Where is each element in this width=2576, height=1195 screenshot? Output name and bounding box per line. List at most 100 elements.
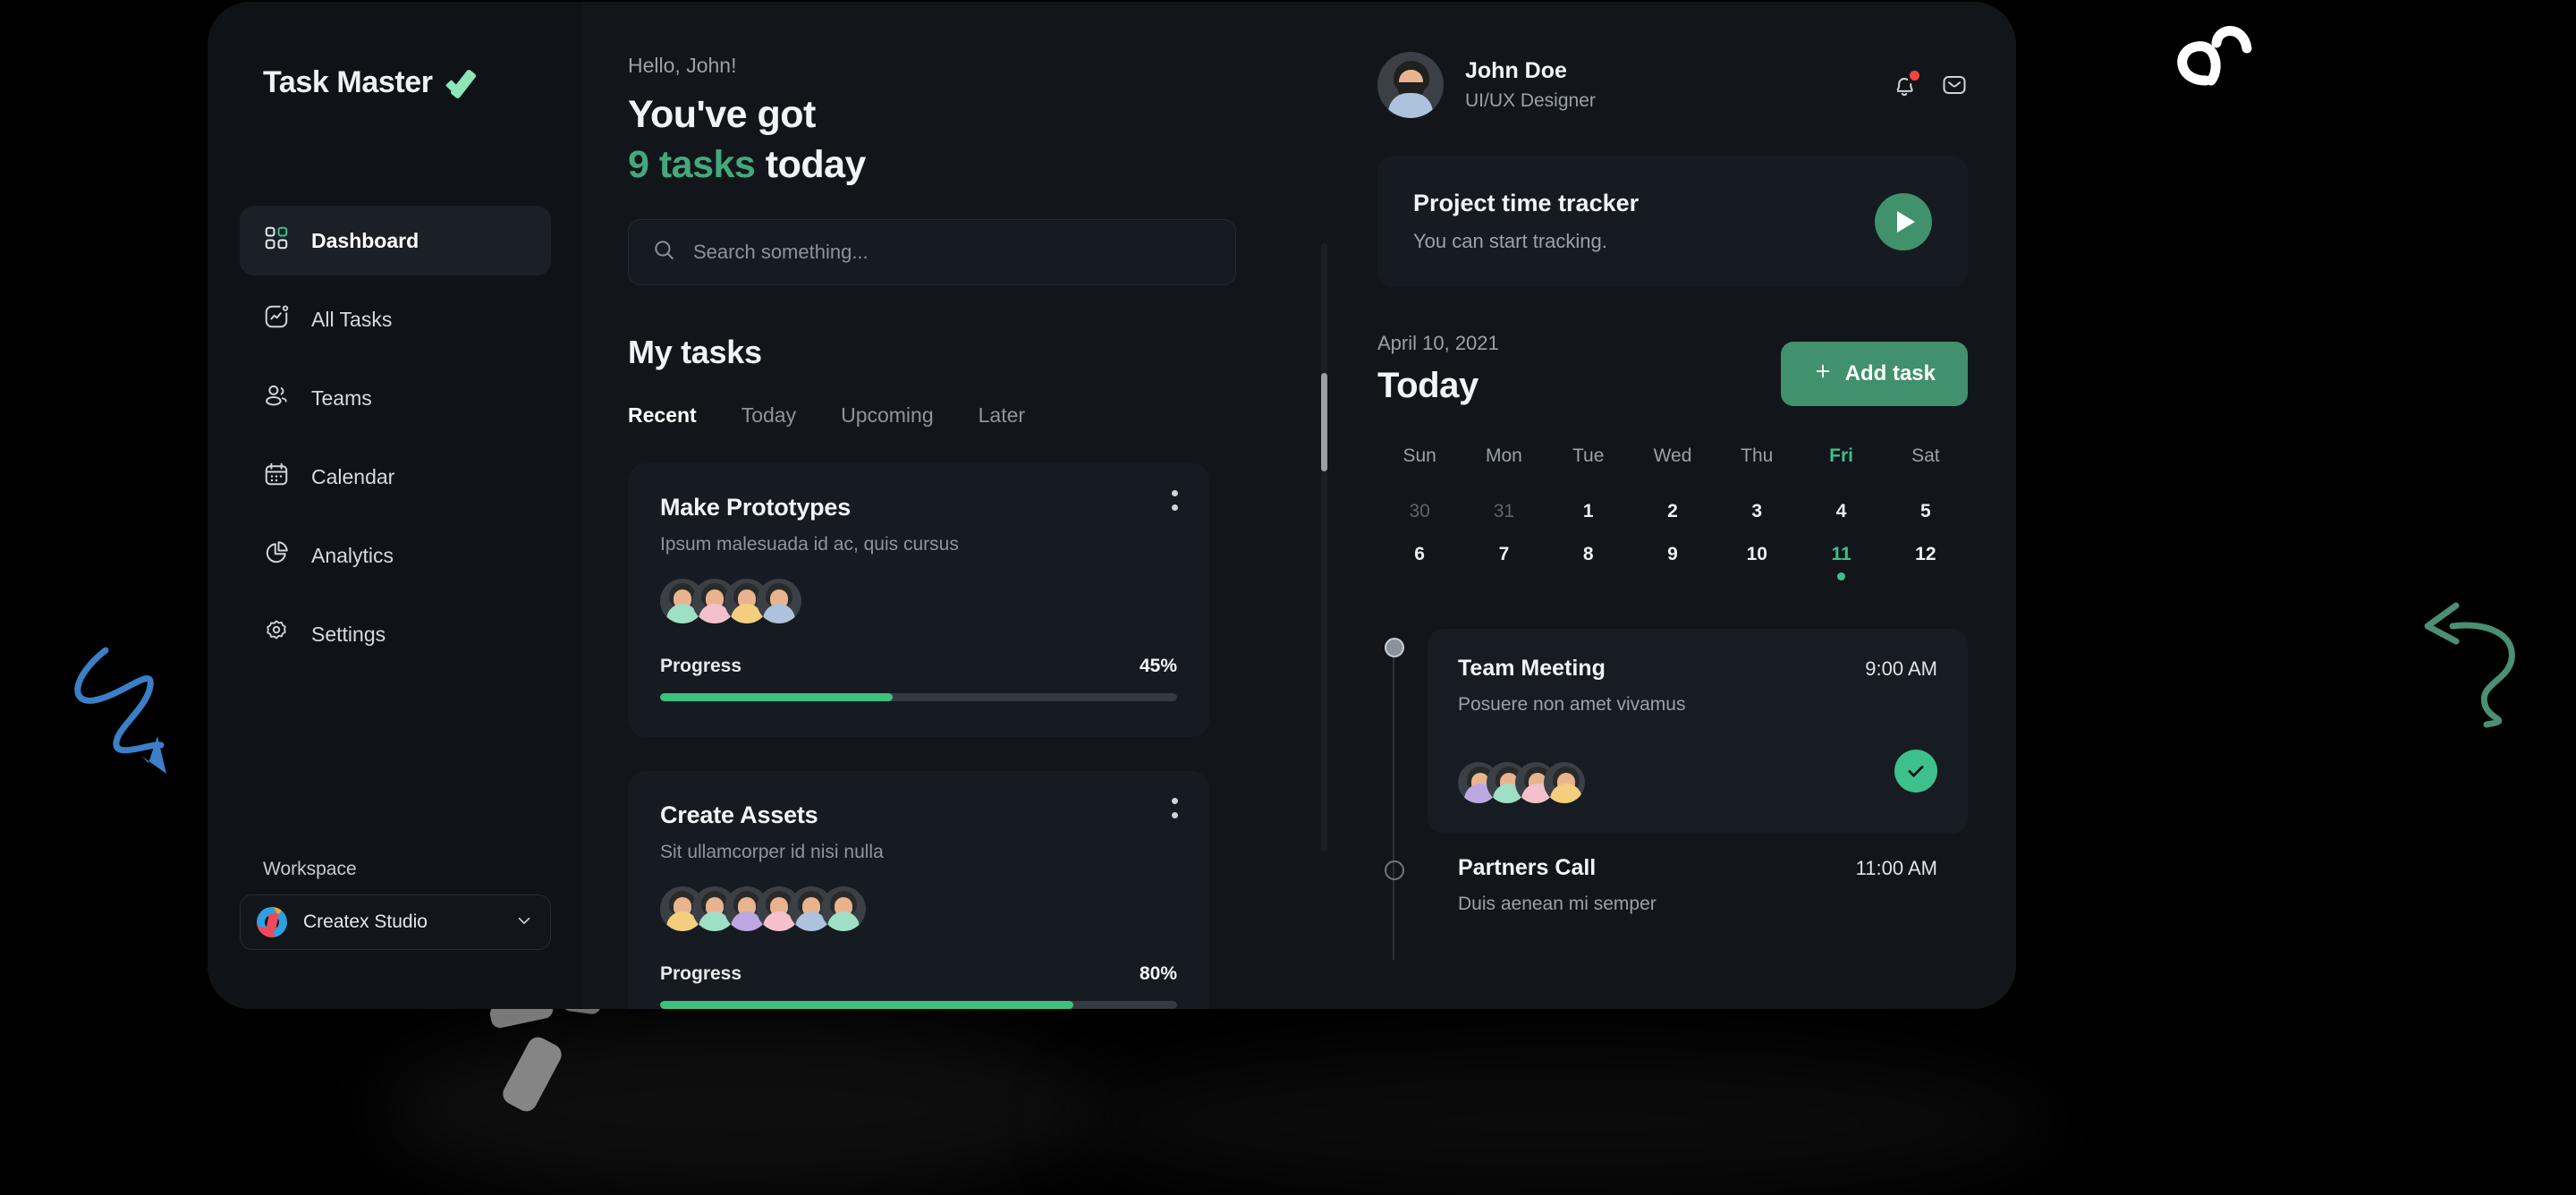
event-time: 11:00 AM xyxy=(1855,857,1937,879)
sidebar-item-analytics[interactable]: Analytics xyxy=(240,521,551,590)
scrollbar-thumb[interactable] xyxy=(1321,373,1327,471)
time-tracker-card: Project time tracker You can start track… xyxy=(1377,156,1968,287)
calendar-day-name: Mon xyxy=(1485,445,1522,466)
kebab-menu-icon[interactable] xyxy=(1172,489,1179,519)
calendar-date[interactable]: 11 xyxy=(1799,533,1883,591)
plus-icon xyxy=(1813,361,1833,387)
workspace-selector[interactable]: Createx Studio xyxy=(240,894,551,950)
task-avatar-group xyxy=(660,886,1177,931)
background-blob xyxy=(1073,1047,2057,1195)
chevron-down-icon xyxy=(514,911,534,935)
calendar-date[interactable]: 2 xyxy=(1631,490,1715,533)
tab-later[interactable]: Later xyxy=(979,403,1025,433)
user-profile[interactable]: John Doe UI/UX Designer xyxy=(1377,52,1968,118)
mail-icon[interactable] xyxy=(1941,72,1968,98)
sidebar-item-calendar[interactable]: Calendar xyxy=(240,442,551,512)
calendar-date[interactable]: 1 xyxy=(1546,490,1631,533)
calendar-widget: Sun Mon Tue Wed Thu Fri Sat 30 31 1 2 3 4 5 6 7 8 9 10 11… xyxy=(1377,445,1968,591)
task-card[interactable]: Make Prototypes Ipsum malesuada id ac, q… xyxy=(628,462,1209,737)
kebab-menu-icon[interactable] xyxy=(1172,797,1179,826)
progress-value: 80% xyxy=(1139,962,1177,984)
calendar-day-name: Sat xyxy=(1911,445,1940,466)
headline-rest: today xyxy=(755,142,867,186)
avatar xyxy=(821,886,866,931)
search-icon xyxy=(652,238,675,266)
calendar-day-name: Sun xyxy=(1402,445,1436,466)
app-window: Task Master Dashboard All Tasks Teams Ca… xyxy=(208,2,2016,1009)
squiggle-arrow-icon xyxy=(74,647,166,774)
progress-value: 45% xyxy=(1139,655,1177,676)
calendar-date[interactable]: 8 xyxy=(1546,533,1631,591)
event-time: 9:00 AM xyxy=(1865,657,1937,680)
event-avatar-group xyxy=(1458,762,1585,803)
progress-bar xyxy=(660,1000,1177,1009)
calendar-date[interactable]: 3 xyxy=(1715,490,1799,533)
search-input[interactable] xyxy=(693,240,1212,264)
progress-bar xyxy=(660,692,1177,701)
brand: Task Master xyxy=(208,55,583,109)
screenshot-stage: Task Master Dashboard All Tasks Teams Ca… xyxy=(0,0,2576,1195)
greeting-text: Hello, John! xyxy=(628,54,737,77)
today-header: April 10, 2021 Today Add task xyxy=(1377,332,1968,406)
calendar-date[interactable]: 31 xyxy=(1462,490,1546,533)
task-card-list: Make Prototypes Ipsum malesuada id ac, q… xyxy=(628,462,1209,1009)
timeline-event: Team Meeting 9:00 AM Posuere non amet vi… xyxy=(1385,629,1968,834)
sidebar-item-all-tasks[interactable]: All Tasks xyxy=(240,284,551,354)
calendar-date[interactable]: 4 xyxy=(1799,490,1883,533)
sidebar-item-teams[interactable]: Teams xyxy=(240,363,551,433)
event-card[interactable]: Team Meeting 9:00 AM Posuere non amet vi… xyxy=(1428,629,1968,834)
event-header: Team Meeting 9:00 AM xyxy=(1458,656,1937,682)
progress-bar-fill xyxy=(660,1000,1074,1009)
event-timeline: Team Meeting 9:00 AM Posuere non amet vi… xyxy=(1377,629,1968,960)
calendar-day-name: Tue xyxy=(1572,445,1605,466)
tracker-subtitle: You can start tracking. xyxy=(1413,230,1607,252)
timeline-line xyxy=(1393,641,1394,960)
search-bar[interactable] xyxy=(628,218,1236,285)
event-title: Partners Call xyxy=(1458,855,1597,880)
calendar-date[interactable]: 5 xyxy=(1884,490,1968,533)
bell-icon[interactable] xyxy=(1891,71,1919,98)
timeline-node-icon xyxy=(1385,860,1404,880)
current-date: April 10, 2021 xyxy=(1377,332,1499,354)
sidebar: Task Master Dashboard All Tasks Teams Ca… xyxy=(208,2,583,1009)
calendar-day-name: Wed xyxy=(1653,445,1692,466)
calendar-date[interactable]: 7 xyxy=(1462,533,1546,591)
task-card[interactable]: Create Assets Sit ullamcorper id nisi nu… xyxy=(628,770,1209,1009)
avatar xyxy=(757,578,801,623)
scrollbar[interactable] xyxy=(1321,243,1327,852)
calendar-date[interactable]: 9 xyxy=(1631,533,1715,591)
event-card[interactable]: Partners Call 11:00 AM Duis aenean mi se… xyxy=(1428,852,1968,924)
headline-line-2: 9 tasks today xyxy=(628,140,1336,191)
check-mark-logo-icon xyxy=(445,67,481,100)
task-title: Create Assets xyxy=(660,801,818,828)
calendar-date[interactable]: 30 xyxy=(1377,490,1462,533)
avatar xyxy=(1544,762,1585,803)
tab-upcoming[interactable]: Upcoming xyxy=(841,403,934,433)
brand-name: Task Master xyxy=(263,64,433,99)
sidebar-item-dashboard[interactable]: Dashboard xyxy=(240,206,551,275)
sidebar-item-label: Dashboard xyxy=(311,228,419,252)
avatar xyxy=(1377,52,1444,118)
calendar-day-name: Thu xyxy=(1741,445,1774,466)
sidebar-item-settings[interactable]: Settings xyxy=(240,599,551,669)
calendar-date[interactable]: 6 xyxy=(1377,533,1462,591)
sidebar-item-label: Teams xyxy=(311,386,372,410)
tab-today[interactable]: Today xyxy=(741,403,796,433)
check-icon[interactable] xyxy=(1894,750,1937,792)
task-subtitle: Sit ullamcorper id nisi nulla xyxy=(660,841,884,862)
progress-label: Progress xyxy=(660,655,742,676)
calendar-date[interactable]: 10 xyxy=(1715,533,1799,591)
tracker-title: Project time tracker xyxy=(1413,190,1640,216)
timeline-event: Partners Call 11:00 AM Duis aenean mi se… xyxy=(1385,852,1968,924)
right-panel: John Doe UI/UX Designer Project time tra… xyxy=(1336,2,2016,1009)
play-icon[interactable] xyxy=(1875,192,1932,250)
add-task-button[interactable]: Add task xyxy=(1780,342,1968,406)
event-subtitle: Duis aenean mi semper xyxy=(1458,894,1657,914)
calendar-date[interactable]: 12 xyxy=(1884,533,1968,591)
sidebar-item-label: Settings xyxy=(311,622,386,646)
my-tasks-heading: My tasks xyxy=(628,333,762,370)
gear-icon xyxy=(263,618,290,650)
notification-badge xyxy=(1910,71,1919,81)
tab-recent[interactable]: Recent xyxy=(628,403,697,433)
background-blob xyxy=(376,1020,1109,1195)
